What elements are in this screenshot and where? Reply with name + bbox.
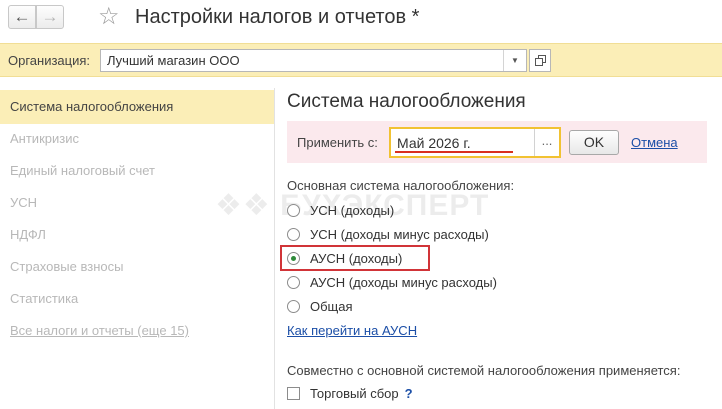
- radio-label: УСН (доходы): [310, 202, 395, 218]
- organization-bar: Организация: Лучший магазин ООО ▼: [0, 43, 722, 77]
- sidebar-item-anticrisis[interactable]: Антикризис: [0, 122, 274, 156]
- radio-button[interactable]: [287, 203, 300, 217]
- apply-from-label: Применить с:: [297, 135, 378, 150]
- sidebar-item-label: НДФЛ: [10, 227, 46, 242]
- trade-fee-checkbox[interactable]: [287, 386, 300, 400]
- sidebar-item-ndfl[interactable]: НДФЛ: [0, 218, 274, 252]
- apply-from-bar: Применить с: Май 2026 г. ... OK Отмена: [287, 121, 707, 163]
- organization-field[interactable]: Лучший магазин ООО ▼: [100, 49, 527, 72]
- arrow-left-icon: ←: [13, 7, 31, 26]
- date-picker-button[interactable]: ...: [534, 129, 559, 156]
- radio-label: Общая: [310, 298, 353, 314]
- favorite-star-icon[interactable]: ☆: [98, 3, 120, 31]
- spellcheck-underline: [395, 151, 513, 153]
- sidebar-item-label: УСН: [10, 195, 38, 210]
- sidebar-item-label: Все налоги и отчеты (еще 15): [10, 323, 189, 338]
- trade-fee-label: Торговый сбор: [310, 385, 399, 401]
- organization-value: Лучший магазин ООО: [107, 53, 240, 68]
- open-window-icon: [534, 55, 546, 66]
- radio-label: УСН (доходы минус расходы): [310, 226, 489, 242]
- radio-label: АУСН (доходы минус расходы): [310, 274, 497, 290]
- radio-usn-income-minus-expenses[interactable]: УСН (доходы минус расходы): [287, 223, 489, 245]
- radio-general[interactable]: Общая: [287, 295, 353, 317]
- sidebar-item-label: Единый налоговый счет: [10, 163, 155, 178]
- forward-button[interactable]: →: [36, 5, 64, 29]
- apply-date-value: Май 2026 г.: [397, 135, 471, 151]
- window-title: Настройки налогов и отчетов *: [135, 6, 420, 28]
- sidebar-item-single-tax-account[interactable]: Единый налоговый счет: [0, 154, 274, 188]
- sidebar-item-insurance[interactable]: Страховые взносы: [0, 250, 274, 284]
- tax-system-label: Основная система налогообложения:: [287, 178, 515, 193]
- radio-ausn-income-minus-expenses[interactable]: АУСН (доходы минус расходы): [287, 271, 497, 293]
- arrow-right-icon: →: [41, 7, 59, 26]
- sidebar-item-label: Страховые взносы: [10, 259, 124, 274]
- dropdown-arrow-icon[interactable]: ▼: [503, 50, 526, 71]
- joint-system-label: Совместно с основной системой налогообло…: [287, 363, 681, 378]
- ok-button[interactable]: OK: [569, 130, 619, 155]
- help-icon[interactable]: ?: [405, 386, 413, 401]
- back-button[interactable]: ←: [8, 5, 36, 29]
- sidebar-item-label: Антикризис: [10, 131, 79, 146]
- sidebar-item-statistics[interactable]: Статистика: [0, 282, 274, 316]
- apply-date-field[interactable]: Май 2026 г. ...: [389, 127, 561, 158]
- sidebar-nav: Система налогообложения Антикризис Едины…: [0, 88, 275, 409]
- sidebar-item-label: Система налогообложения: [10, 99, 174, 114]
- sidebar-item-label: Статистика: [10, 291, 79, 306]
- radio-button[interactable]: [287, 299, 300, 313]
- organization-label: Организация:: [8, 53, 91, 68]
- title-bar: ← → ☆ Настройки налогов и отчетов *: [0, 0, 722, 36]
- section-title: Система налогообложения: [287, 91, 526, 112]
- sidebar-item-tax-system[interactable]: Система налогообложения: [0, 90, 274, 124]
- open-organization-button[interactable]: [529, 49, 551, 72]
- highlight-annotation: [280, 245, 430, 271]
- trade-fee-row[interactable]: Торговый сбор ?: [287, 383, 413, 403]
- radio-button[interactable]: [287, 275, 300, 289]
- howto-ausn-link[interactable]: Как перейти на АУСН: [287, 323, 417, 338]
- radio-button[interactable]: [287, 227, 300, 241]
- sidebar-item-all-taxes-link[interactable]: Все налоги и отчеты (еще 15): [0, 314, 274, 348]
- radio-usn-income[interactable]: УСН (доходы): [287, 199, 394, 221]
- cancel-link[interactable]: Отмена: [631, 135, 678, 150]
